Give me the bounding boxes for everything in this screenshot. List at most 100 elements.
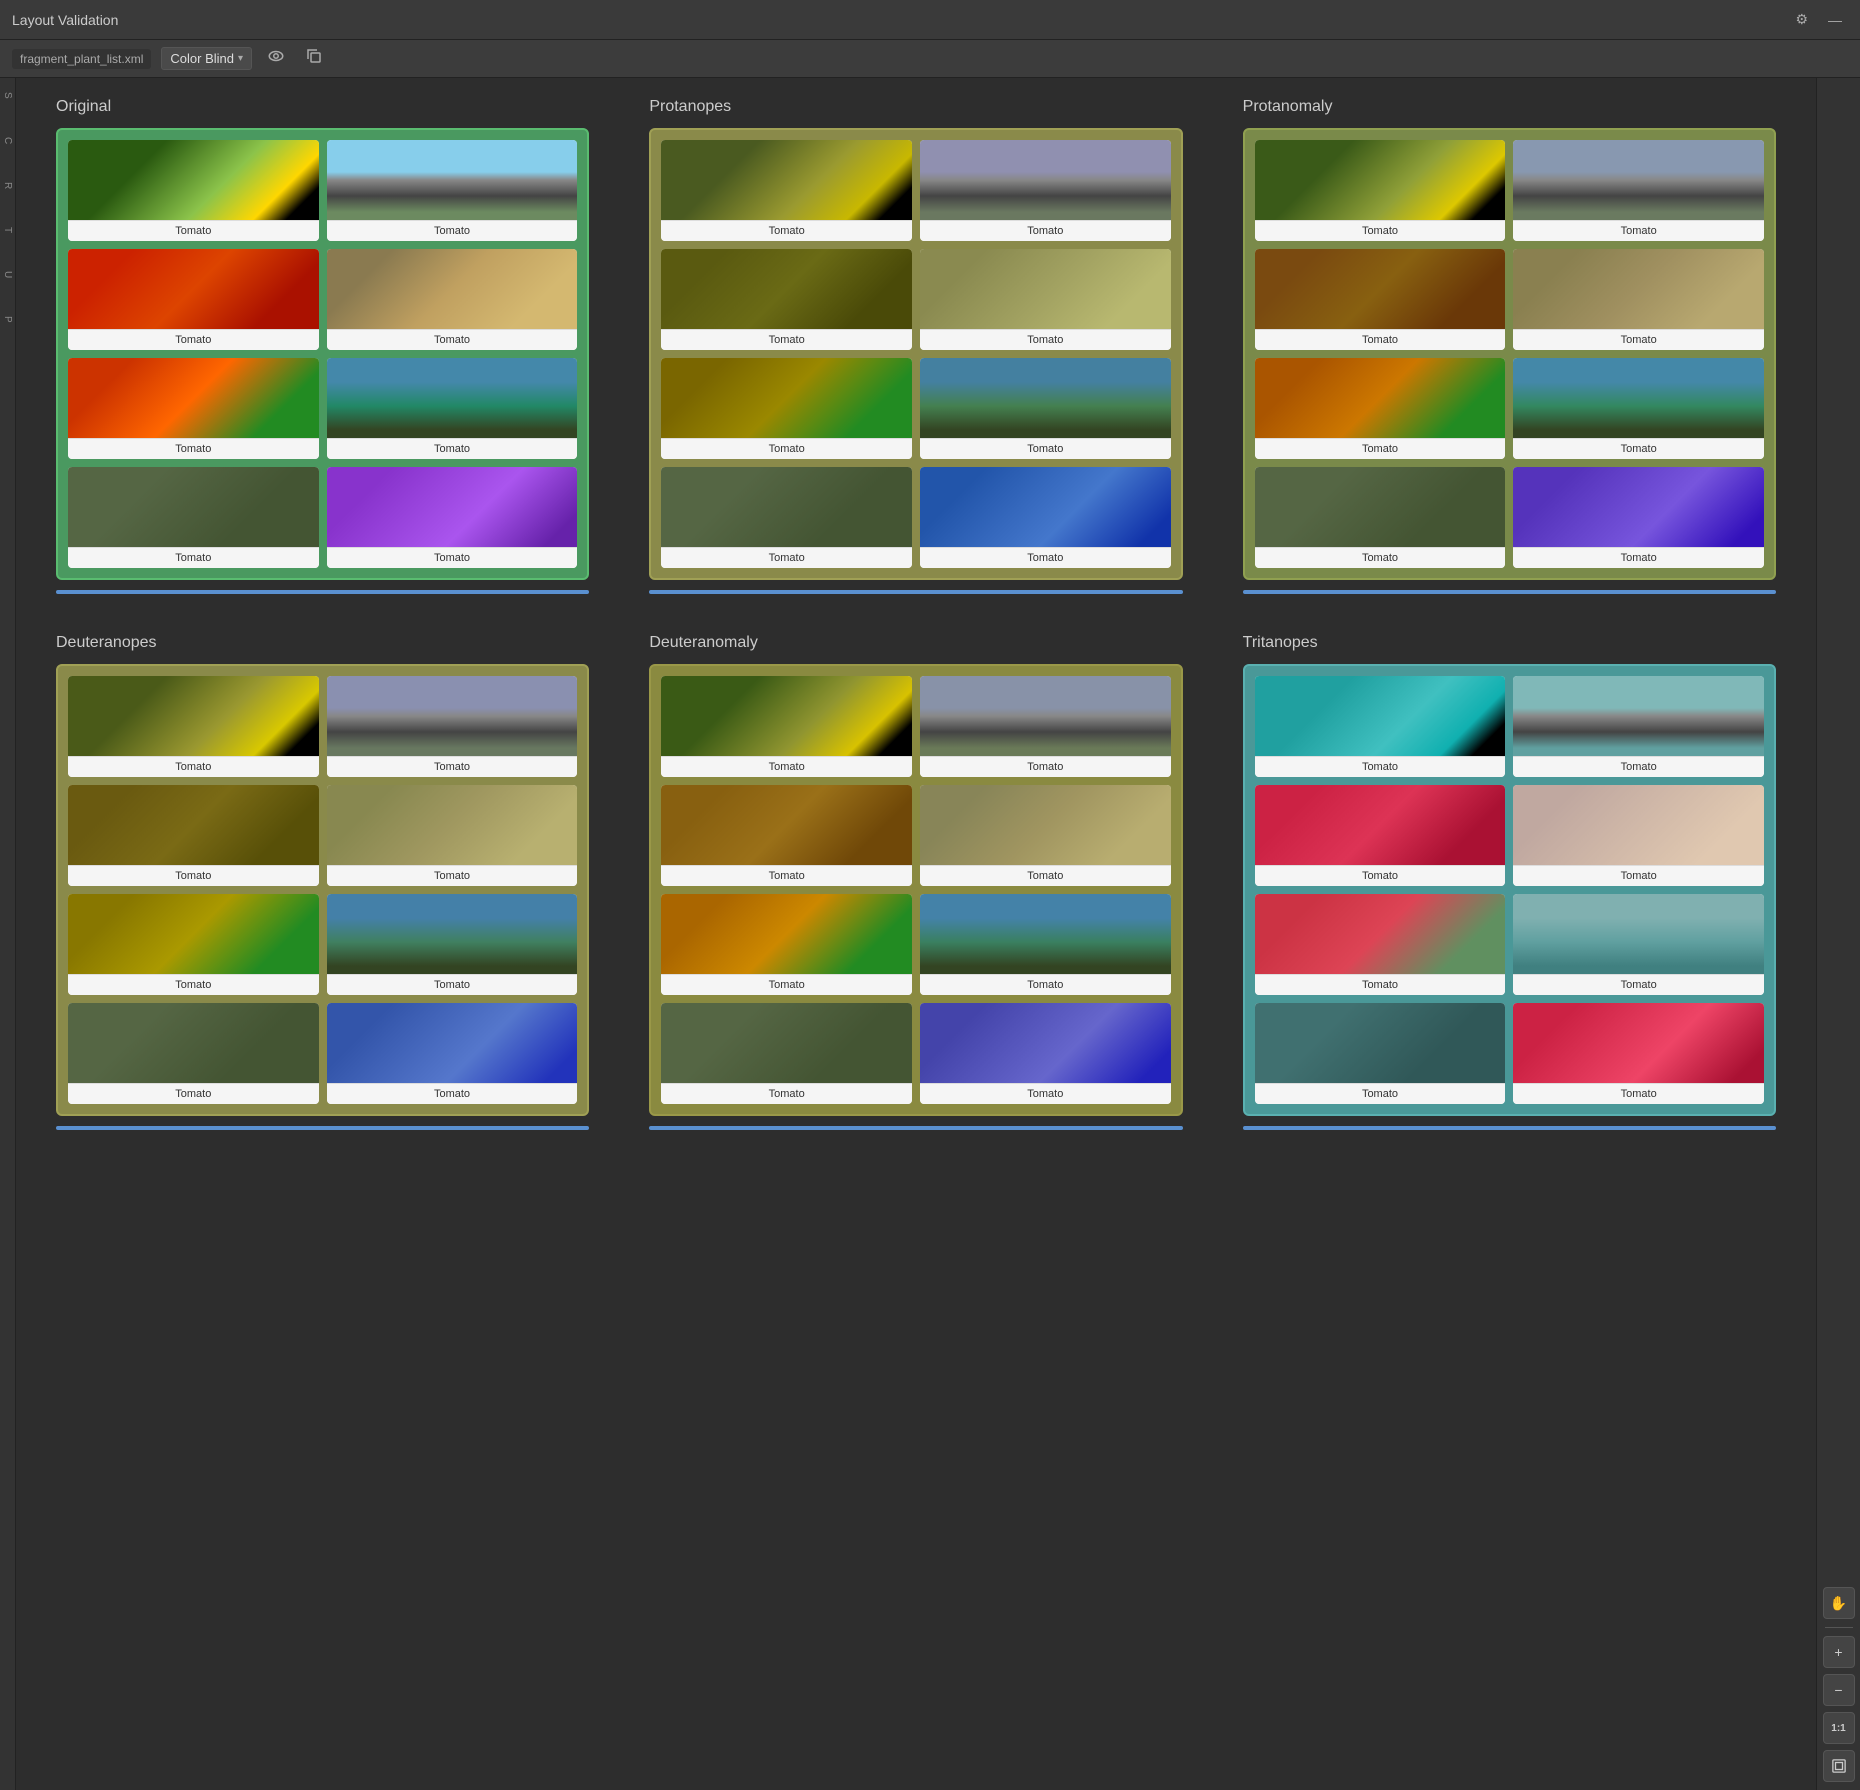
image-card[interactable]: Tomato bbox=[1513, 676, 1764, 777]
reset-zoom-button[interactable]: 1:1 bbox=[1823, 1712, 1855, 1744]
image-label: Tomato bbox=[1513, 974, 1764, 995]
image-card[interactable]: Tomato bbox=[68, 1003, 319, 1104]
image-card[interactable]: Tomato bbox=[1255, 467, 1506, 568]
fit-button[interactable] bbox=[1823, 1750, 1855, 1782]
image-label: Tomato bbox=[1513, 438, 1764, 459]
image-card[interactable]: Tomato bbox=[1513, 140, 1764, 241]
zoom-in-button[interactable]: + bbox=[1823, 1636, 1855, 1668]
image-label: Tomato bbox=[661, 974, 912, 995]
image-label: Tomato bbox=[1255, 438, 1506, 459]
image-card[interactable]: Tomato bbox=[1513, 467, 1764, 568]
zoom-out-button[interactable]: − bbox=[1823, 1674, 1855, 1706]
settings-button[interactable]: ⚙ bbox=[1789, 7, 1814, 32]
image-card[interactable]: Tomato bbox=[661, 249, 912, 350]
image-card[interactable]: Tomato bbox=[1255, 140, 1506, 241]
image-card[interactable]: Tomato bbox=[1255, 249, 1506, 350]
image-placeholder-deuteranomaly-3 bbox=[920, 785, 1171, 865]
image-card[interactable]: Tomato bbox=[327, 894, 578, 995]
copy-layout-button[interactable] bbox=[300, 45, 328, 72]
image-card[interactable]: Tomato bbox=[327, 140, 578, 241]
image-placeholder-tritanopes-5 bbox=[1513, 894, 1764, 974]
image-card[interactable]: Tomato bbox=[1255, 894, 1506, 995]
copy-icon bbox=[305, 47, 323, 65]
image-card[interactable]: Tomato bbox=[1513, 785, 1764, 886]
image-placeholder-protanopes-6 bbox=[661, 467, 912, 547]
main-content: S C R T U P OriginalTomatoTomatoTomatoTo… bbox=[0, 78, 1860, 1790]
card-panel-protanomaly: TomatoTomatoTomatoTomatoTomatoTomatoToma… bbox=[1243, 128, 1776, 580]
image-card[interactable]: Tomato bbox=[1513, 249, 1764, 350]
image-card[interactable]: Tomato bbox=[327, 249, 578, 350]
image-card[interactable]: Tomato bbox=[327, 467, 578, 568]
image-label: Tomato bbox=[327, 865, 578, 886]
image-placeholder-deuteranopes-3 bbox=[327, 785, 578, 865]
image-card[interactable]: Tomato bbox=[920, 676, 1171, 777]
image-card[interactable]: Tomato bbox=[1255, 358, 1506, 459]
section-protanopes: ProtanopesTomatoTomatoTomatoTomatoTomato… bbox=[649, 98, 1182, 594]
image-placeholder-original-0 bbox=[68, 140, 319, 220]
sidebar-tab-r[interactable]: R bbox=[0, 178, 15, 193]
image-card[interactable]: Tomato bbox=[1255, 785, 1506, 886]
eye-button[interactable] bbox=[262, 45, 290, 72]
sidebar-tab-u[interactable]: U bbox=[0, 267, 15, 282]
image-card[interactable]: Tomato bbox=[920, 1003, 1171, 1104]
image-label: Tomato bbox=[1513, 1083, 1764, 1104]
image-card[interactable]: Tomato bbox=[327, 358, 578, 459]
image-card[interactable]: Tomato bbox=[920, 249, 1171, 350]
image-card[interactable]: Tomato bbox=[68, 785, 319, 886]
image-card[interactable]: Tomato bbox=[327, 1003, 578, 1104]
image-label: Tomato bbox=[68, 329, 319, 350]
image-card[interactable]: Tomato bbox=[1255, 1003, 1506, 1104]
image-label: Tomato bbox=[920, 329, 1171, 350]
section-deuteranopes: DeuteranopesTomatoTomatoTomatoTomatoToma… bbox=[56, 634, 589, 1130]
image-card[interactable]: Tomato bbox=[920, 467, 1171, 568]
image-card[interactable]: Tomato bbox=[920, 358, 1171, 459]
image-placeholder-tritanopes-2 bbox=[1255, 785, 1506, 865]
canvas-area[interactable]: OriginalTomatoTomatoTomatoTomatoTomatoTo… bbox=[16, 78, 1816, 1790]
image-card[interactable]: Tomato bbox=[661, 676, 912, 777]
image-card[interactable]: Tomato bbox=[661, 140, 912, 241]
image-card[interactable]: Tomato bbox=[661, 785, 912, 886]
section-deuteranomaly: DeuteranomalyTomatoTomatoTomatoTomatoTom… bbox=[649, 634, 1182, 1130]
image-card[interactable]: Tomato bbox=[327, 676, 578, 777]
image-card[interactable]: Tomato bbox=[920, 894, 1171, 995]
image-card[interactable]: Tomato bbox=[68, 249, 319, 350]
sidebar-tab-p[interactable]: P bbox=[0, 312, 15, 327]
scroll-indicator bbox=[649, 1126, 1182, 1130]
hand-tool-button[interactable]: ✋ bbox=[1823, 1587, 1855, 1619]
image-placeholder-protanopes-7 bbox=[920, 467, 1171, 547]
image-card[interactable]: Tomato bbox=[661, 1003, 912, 1104]
image-label: Tomato bbox=[920, 1083, 1171, 1104]
sections-grid: OriginalTomatoTomatoTomatoTomatoTomatoTo… bbox=[56, 98, 1776, 1130]
image-card[interactable]: Tomato bbox=[661, 358, 912, 459]
image-label: Tomato bbox=[327, 974, 578, 995]
image-placeholder-protanomaly-6 bbox=[1255, 467, 1506, 547]
image-card[interactable]: Tomato bbox=[1513, 358, 1764, 459]
sidebar-tab-t[interactable]: T bbox=[0, 223, 15, 237]
image-placeholder-tritanopes-6 bbox=[1255, 1003, 1506, 1083]
image-card[interactable]: Tomato bbox=[327, 785, 578, 886]
image-label: Tomato bbox=[1513, 865, 1764, 886]
image-card[interactable]: Tomato bbox=[68, 140, 319, 241]
image-card[interactable]: Tomato bbox=[920, 140, 1171, 241]
image-card[interactable]: Tomato bbox=[68, 676, 319, 777]
sidebar-tab-c[interactable]: C bbox=[0, 133, 15, 148]
section-protanomaly: ProtanomalyTomatoTomatoTomatoTomatoTomat… bbox=[1243, 98, 1776, 594]
image-card[interactable]: Tomato bbox=[661, 894, 912, 995]
image-placeholder-protanomaly-7 bbox=[1513, 467, 1764, 547]
image-placeholder-tritanopes-0 bbox=[1255, 676, 1506, 756]
image-card[interactable]: Tomato bbox=[1513, 1003, 1764, 1104]
color-blind-dropdown[interactable]: Color Blind ▾ bbox=[161, 47, 252, 70]
image-card[interactable]: Tomato bbox=[1513, 894, 1764, 995]
sidebar-tab-s[interactable]: S bbox=[0, 88, 15, 103]
title-bar-right: ⚙ — bbox=[1789, 7, 1848, 32]
minimize-button[interactable]: — bbox=[1822, 8, 1848, 32]
image-card[interactable]: Tomato bbox=[661, 467, 912, 568]
image-card[interactable]: Tomato bbox=[1255, 676, 1506, 777]
image-card[interactable]: Tomato bbox=[68, 467, 319, 568]
section-title-protanomaly: Protanomaly bbox=[1243, 98, 1776, 116]
image-card[interactable]: Tomato bbox=[68, 894, 319, 995]
image-placeholder-original-2 bbox=[68, 249, 319, 329]
image-placeholder-tritanopes-1 bbox=[1513, 676, 1764, 756]
image-card[interactable]: Tomato bbox=[920, 785, 1171, 886]
image-card[interactable]: Tomato bbox=[68, 358, 319, 459]
